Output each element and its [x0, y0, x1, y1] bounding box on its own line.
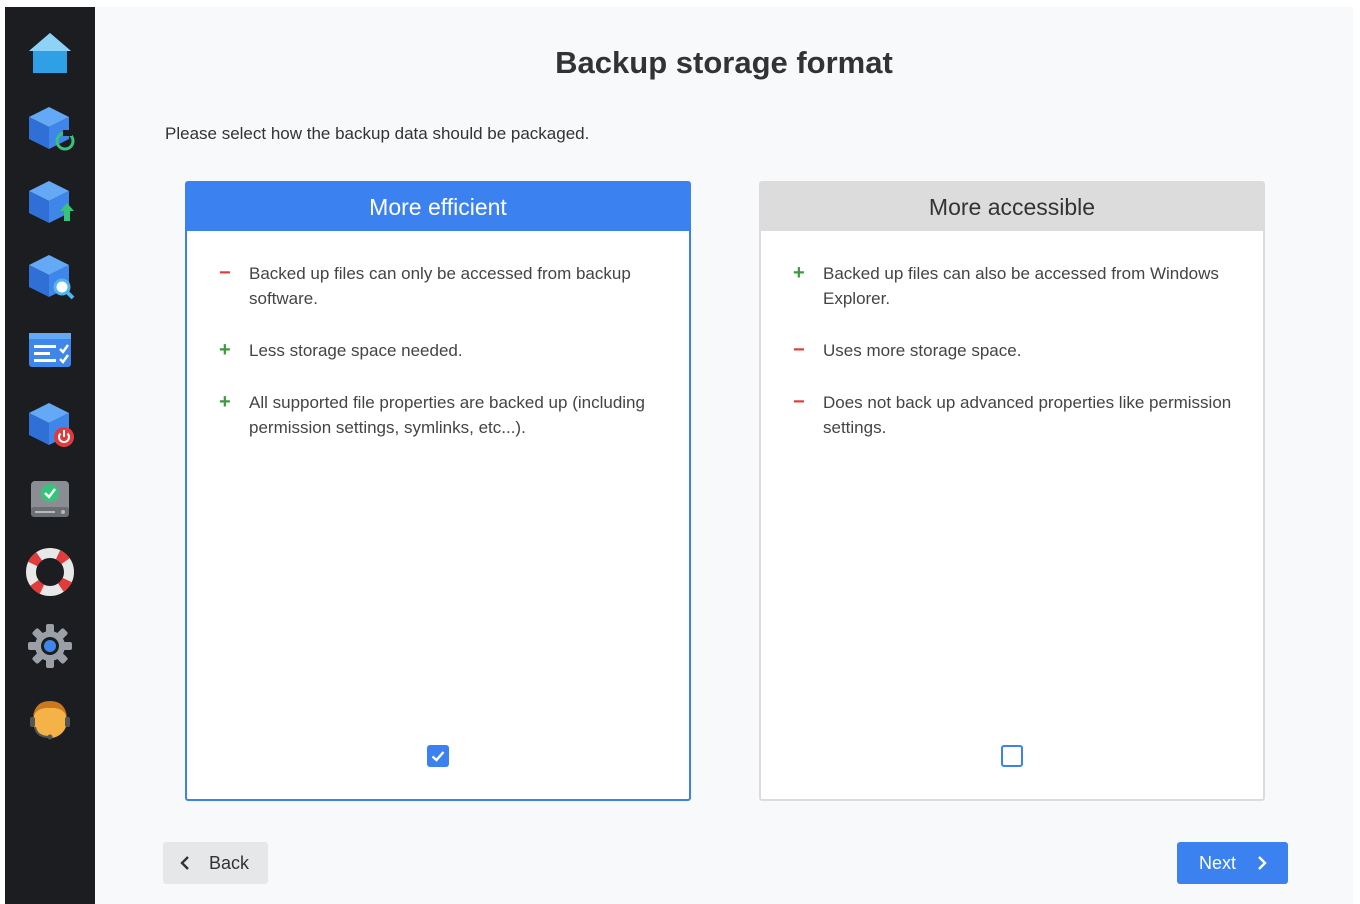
sidebar-item-settings[interactable]	[23, 619, 77, 673]
plus-icon: +	[219, 391, 231, 413]
option-points: + Backed up files can also be accessed f…	[761, 231, 1263, 440]
backup-restore-icon	[29, 107, 75, 151]
sidebar-item-shutdown[interactable]	[23, 397, 77, 451]
point-text: Uses more storage space.	[823, 341, 1022, 360]
option-point: + All supported file properties are back…	[219, 390, 659, 440]
sidebar-item-disk[interactable]	[23, 471, 77, 525]
efficient-checkbox[interactable]	[427, 745, 449, 767]
option-points: − Backed up files can only be accessed f…	[187, 231, 689, 440]
chevron-left-icon	[179, 855, 191, 871]
point-text: Backed up files can also be accessed fro…	[823, 264, 1219, 308]
home-icon	[29, 33, 71, 73]
sidebar-item-tasks[interactable]	[23, 323, 77, 377]
main-content: Backup storage format Please select how …	[95, 7, 1353, 904]
point-text: Backed up files can only be accessed fro…	[249, 264, 631, 308]
chevron-right-icon	[1256, 855, 1268, 871]
sidebar-item-upload[interactable]	[23, 175, 77, 229]
sidebar-item-home[interactable]	[23, 27, 77, 81]
option-point: − Backed up files can only be accessed f…	[219, 261, 659, 311]
app-window: Backup storage format Please select how …	[5, 7, 1353, 904]
accessible-checkbox[interactable]	[1001, 745, 1023, 767]
page-title: Backup storage format	[555, 45, 893, 80]
point-text: Does not back up advanced properties lik…	[823, 393, 1232, 437]
option-title: More accessible	[761, 183, 1263, 231]
sidebar	[5, 7, 95, 904]
option-point: + Less storage space needed.	[219, 338, 659, 363]
minus-icon: −	[793, 391, 805, 413]
point-text: All supported file properties are backed…	[249, 393, 645, 437]
minus-icon: −	[219, 262, 231, 284]
option-card-accessible[interactable]: More accessible + Backed up files can al…	[759, 181, 1265, 801]
option-card-efficient[interactable]: More efficient − Backed up files can onl…	[185, 181, 691, 801]
option-title: More efficient	[187, 183, 689, 231]
option-point: − Does not back up advanced properties l…	[793, 390, 1233, 440]
task-list-icon	[29, 333, 71, 367]
disk-check-icon	[31, 481, 69, 517]
option-point: − Uses more storage space.	[793, 338, 1233, 363]
backup-search-icon	[29, 255, 75, 300]
sidebar-item-support[interactable]	[23, 693, 77, 747]
option-point: + Backed up files can also be accessed f…	[793, 261, 1233, 311]
plus-icon: +	[793, 262, 805, 284]
sidebar-item-backup[interactable]	[23, 101, 77, 155]
lifebuoy-icon	[26, 548, 74, 596]
point-text: Less storage space needed.	[249, 341, 463, 360]
support-agent-icon	[30, 701, 70, 740]
plus-icon: +	[219, 339, 231, 361]
page-subtitle: Please select how the backup data should…	[165, 124, 590, 143]
back-button-label: Back	[209, 852, 250, 873]
checkmark-icon	[431, 751, 445, 762]
backup-power-icon	[29, 403, 74, 447]
backup-upload-icon	[29, 181, 74, 223]
sidebar-item-search[interactable]	[23, 249, 77, 303]
sidebar-item-rescue[interactable]	[23, 545, 77, 599]
next-button[interactable]: Next	[1177, 842, 1288, 884]
gear-icon	[28, 624, 72, 668]
minus-icon: −	[793, 339, 805, 361]
back-button[interactable]: Back	[163, 842, 268, 884]
next-button-label: Next	[1199, 852, 1237, 873]
